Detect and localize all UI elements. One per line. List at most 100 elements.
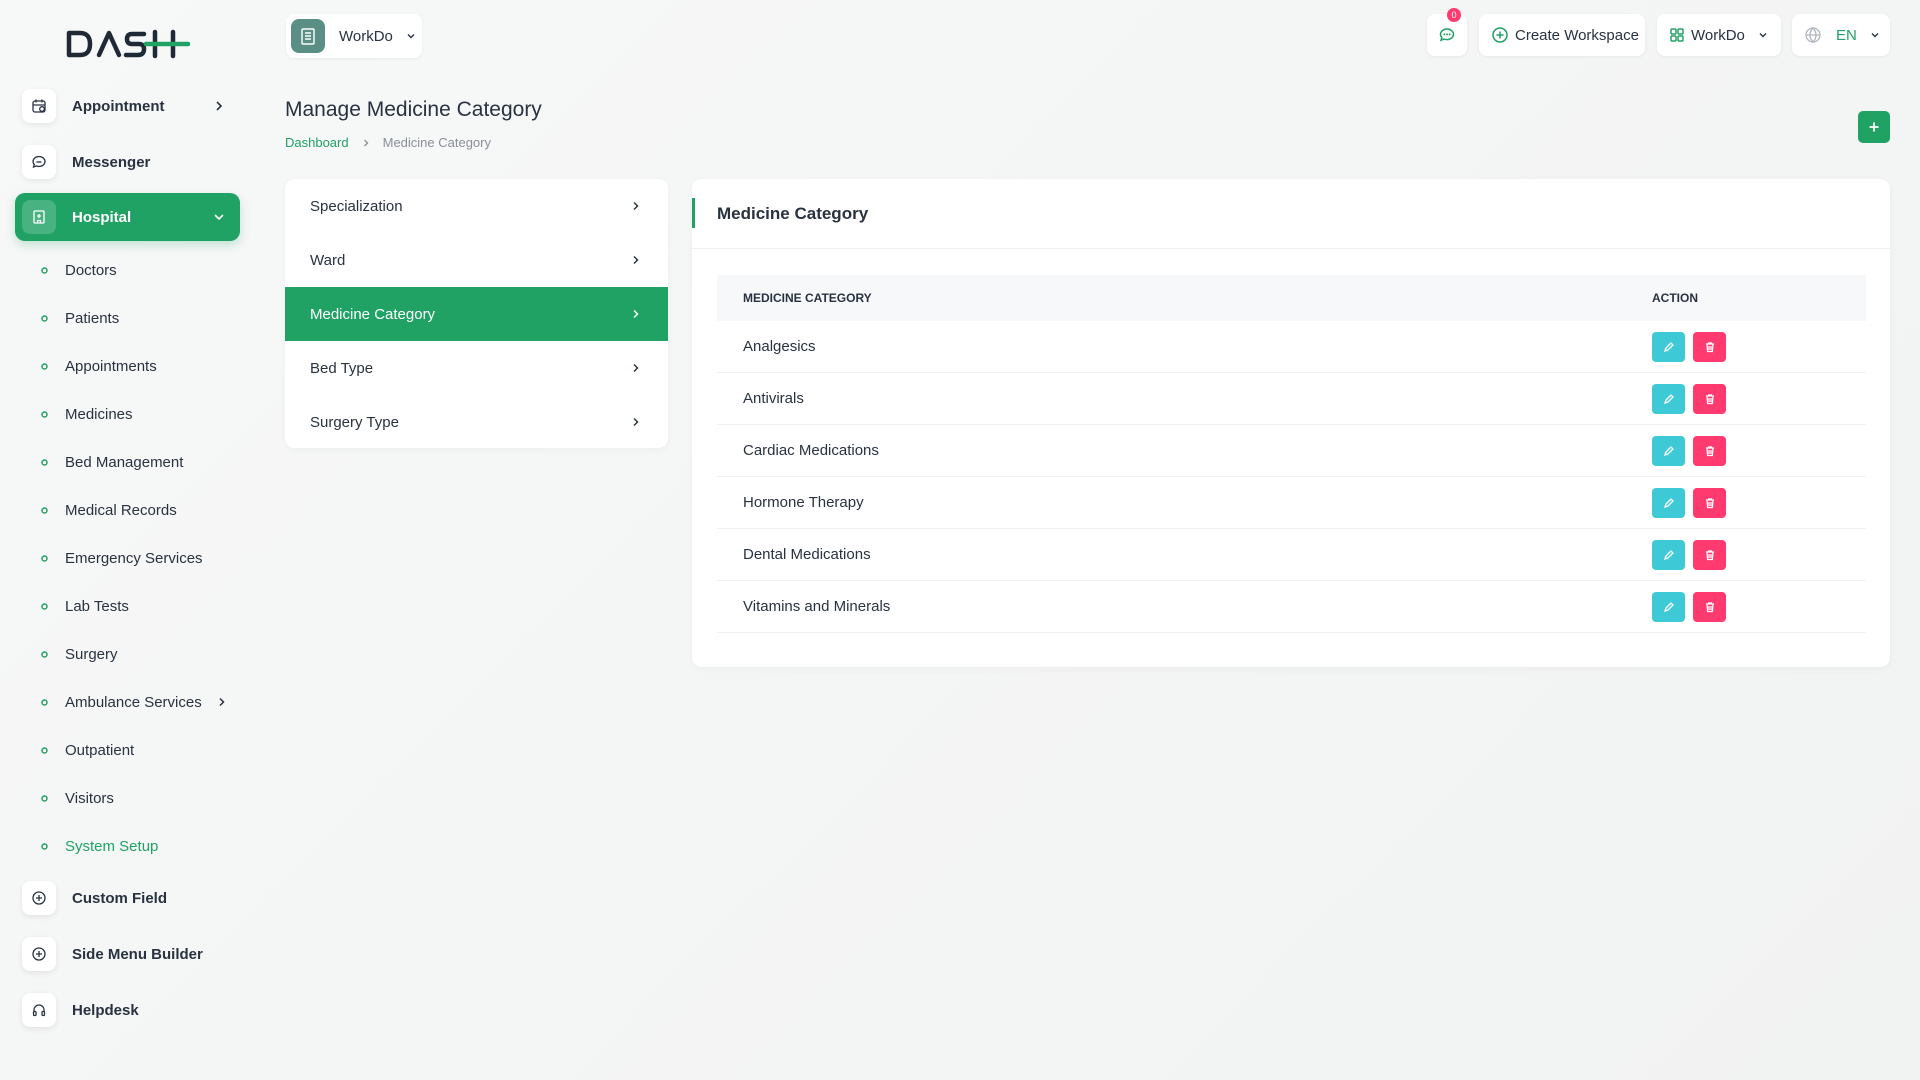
- sidebar-item-hospital[interactable]: Hospital: [15, 193, 240, 241]
- column-header-medicine-category: MEDICINE CATEGORY: [743, 291, 872, 305]
- setup-nav-surgery-type[interactable]: Surgery Type: [285, 395, 668, 448]
- sidebar-subitem-emergency-services[interactable]: Emergency Services: [40, 545, 203, 571]
- table-row: Hormone Therapy: [717, 477, 1866, 529]
- bullet-icon: [41, 746, 48, 754]
- sidebar-item-side-menu-builder[interactable]: Side Menu Builder: [15, 930, 240, 978]
- row-actions: [1652, 383, 1726, 414]
- bullet-icon: [41, 314, 48, 322]
- table-row: Antivirals: [717, 373, 1866, 425]
- edit-button[interactable]: [1652, 539, 1685, 570]
- calendar-icon: [22, 89, 56, 123]
- bullet-icon: [41, 698, 48, 706]
- sidebar-subitem-label: Appointments: [65, 357, 157, 375]
- apps-grid-icon: [1670, 28, 1684, 42]
- edit-button[interactable]: [1652, 331, 1685, 362]
- sidebar-item-messenger[interactable]: Messenger: [15, 138, 240, 186]
- sidebar-subitem-label: Doctors: [65, 261, 117, 279]
- edit-button[interactable]: [1652, 591, 1685, 622]
- system-setup-nav: Specialization Ward Medicine Category Be…: [285, 179, 668, 448]
- sidebar-subitem-system-setup[interactable]: System Setup: [40, 833, 158, 859]
- sidebar-subitem-ambulance-services[interactable]: Ambulance Services: [40, 689, 228, 715]
- sidebar-subitem-outpatient[interactable]: Outpatient: [40, 737, 134, 763]
- setup-nav-specialization[interactable]: Specialization: [285, 179, 668, 233]
- chevron-right-icon: [633, 255, 639, 265]
- sidebar-subitem-label: Emergency Services: [65, 549, 203, 567]
- sidebar-subitem-appointments[interactable]: Appointments: [40, 353, 157, 379]
- sidebar-subitem-doctors[interactable]: Doctors: [40, 257, 117, 283]
- logo-mark: [66, 29, 191, 59]
- setup-nav-label: Bed Type: [310, 359, 374, 377]
- headset-icon: [22, 993, 56, 1027]
- create-workspace-label: Create Workspace: [1515, 26, 1639, 44]
- column-header-action: ACTION: [1652, 291, 1698, 305]
- sidebar-subitem-medicines[interactable]: Medicines: [40, 401, 133, 427]
- chevron-down-icon: [407, 34, 415, 39]
- sidebar-item-appointment[interactable]: Appointment: [15, 82, 240, 130]
- chevron-right-icon: [633, 309, 639, 319]
- setup-nav-ward[interactable]: Ward: [285, 233, 668, 287]
- sidebar-subitem-label: Patients: [65, 309, 120, 327]
- sidebar-subitem-bed-management[interactable]: Bed Management: [40, 449, 183, 475]
- sidebar-item-label: Messenger: [72, 153, 151, 171]
- table-row: Cardiac Medications: [717, 425, 1866, 477]
- setup-nav-medicine-category[interactable]: Medicine Category: [285, 287, 668, 341]
- chevron-right-icon: [216, 101, 223, 111]
- sidebar-subitem-label: Medicines: [65, 405, 133, 423]
- breadcrumb-dashboard-link[interactable]: Dashboard: [285, 135, 349, 150]
- sidebar-subitem-label: Ambulance Services: [65, 693, 202, 711]
- delete-button[interactable]: [1693, 539, 1726, 570]
- delete-button[interactable]: [1693, 487, 1726, 518]
- sidebar-item-label: Appointment: [72, 97, 165, 115]
- workspace-menu-label: WorkDo: [1691, 26, 1745, 44]
- setup-nav-bed-type[interactable]: Bed Type: [285, 341, 668, 395]
- building-icon: [301, 28, 315, 45]
- setup-nav-label: Specialization: [310, 197, 403, 215]
- messages-button[interactable]: 0: [1427, 8, 1467, 56]
- bullet-icon: [41, 410, 48, 418]
- row-actions: [1652, 331, 1726, 362]
- sidebar-item-label: Side Menu Builder: [72, 945, 203, 963]
- breadcrumb: Dashboard Medicine Category: [285, 135, 491, 150]
- chevron-right-icon: [219, 697, 225, 707]
- chevron-right-icon: [633, 363, 639, 373]
- bullet-icon: [41, 458, 48, 466]
- language-label: EN: [1836, 26, 1857, 44]
- bullet-icon: [41, 794, 48, 802]
- workspace-switcher[interactable]: WorkDo: [286, 14, 422, 58]
- notification-badge: 0: [1447, 8, 1461, 22]
- sidebar-subitem-medical-records[interactable]: Medical Records: [40, 497, 177, 523]
- chevron-right-icon: [633, 201, 639, 211]
- hospital-icon: [22, 200, 56, 234]
- trash-icon: [1705, 497, 1714, 508]
- sidebar-item-label: Hospital: [72, 208, 132, 226]
- trash-icon: [1705, 549, 1714, 560]
- edit-button[interactable]: [1652, 435, 1685, 466]
- delete-button[interactable]: [1693, 591, 1726, 622]
- delete-button[interactable]: [1693, 383, 1726, 414]
- bullet-icon: [41, 554, 48, 562]
- language-selector[interactable]: EN: [1792, 14, 1890, 56]
- sidebar-subitem-lab-tests[interactable]: Lab Tests: [40, 593, 129, 619]
- setup-nav-label: Surgery Type: [310, 413, 399, 431]
- sidebar-subitem-visitors[interactable]: Visitors: [40, 785, 114, 811]
- delete-button[interactable]: [1693, 435, 1726, 466]
- setup-nav-label: Ward: [310, 251, 346, 269]
- sidebar-subitem-label: Medical Records: [65, 501, 177, 519]
- sidebar-subitem-label: Surgery: [65, 645, 118, 663]
- delete-button[interactable]: [1693, 331, 1726, 362]
- workspace-menu-button[interactable]: WorkDo: [1657, 14, 1781, 56]
- sidebar-subitem-patients[interactable]: Patients: [40, 305, 119, 331]
- workspace-name: WorkDo: [339, 27, 393, 45]
- sidebar-item-helpdesk[interactable]: Helpdesk: [15, 986, 240, 1034]
- sidebar-item-label: Helpdesk: [72, 1001, 139, 1019]
- edit-button[interactable]: [1652, 383, 1685, 414]
- sidebar: Appointment Messenger Hospital Doctors P…: [0, 0, 255, 1080]
- sidebar-subitem-label: Outpatient: [65, 741, 135, 759]
- add-medicine-category-button[interactable]: [1858, 111, 1890, 143]
- sidebar-item-custom-field[interactable]: Custom Field: [15, 874, 240, 922]
- create-workspace-button[interactable]: Create Workspace: [1479, 14, 1645, 56]
- edit-button[interactable]: [1652, 487, 1685, 518]
- medicine-category-table: MEDICINE CATEGORY ACTION Analgesics Anti…: [717, 275, 1866, 633]
- sidebar-subitem-surgery[interactable]: Surgery: [40, 641, 118, 667]
- dash-logo[interactable]: [66, 28, 191, 60]
